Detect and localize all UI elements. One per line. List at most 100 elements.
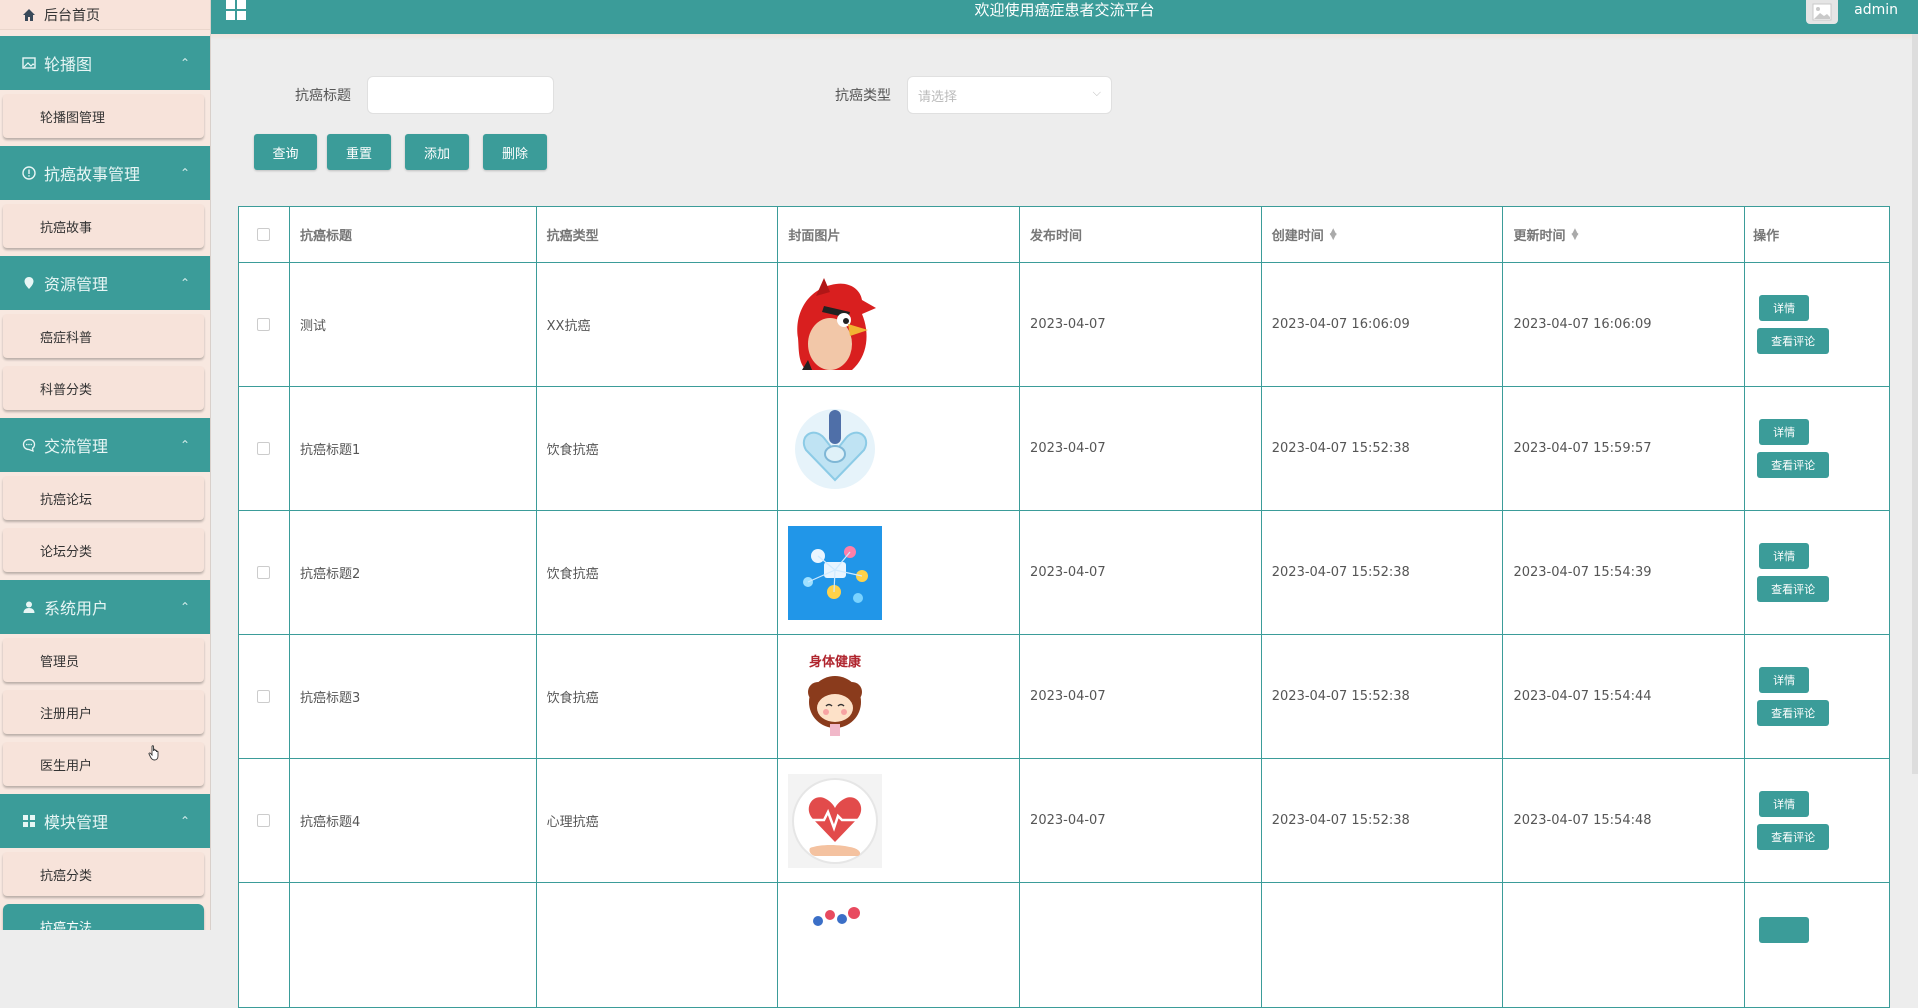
table-row: 抗癌标题1 饮食抗癌 2023-04-07 2023-04-07 15:52:3… — [239, 387, 1889, 511]
sidebar-item-anticancer-category[interactable]: 抗癌分类 — [3, 852, 204, 896]
image-icon — [21, 55, 37, 71]
sidebar-group-communication[interactable]: 交流管理 ⌃ — [0, 418, 210, 472]
angry-bird-image[interactable] — [788, 277, 883, 372]
table-header-row: 抗癌标题 抗癌类型 封面图片 发布时间 创建时间 ▲ ▼ 更新时间 ▲ ▼ 操作 — [239, 207, 1889, 263]
created-time-cell: 2023-04-07 15:52:38 — [1262, 387, 1504, 510]
cartoon-girl-image[interactable]: 身体健康 — [788, 649, 883, 744]
sidebar-group-users[interactable]: 系统用户 ⌃ — [0, 580, 210, 634]
sort-icon[interactable]: ▲ ▼ — [1571, 227, 1578, 241]
publish-date-cell — [1020, 883, 1262, 1007]
sidebar-item-stories[interactable]: 抗癌故事 — [3, 204, 204, 248]
sidebar-item-anticancer-method[interactable]: 抗癌方法 — [3, 904, 204, 930]
sidebar-item-label: 管理员 — [40, 654, 80, 670]
type-filter-placeholder: 请选择 — [918, 89, 958, 105]
sidebar-item-home[interactable]: 后台首页 — [0, 0, 210, 30]
detail-button[interactable]: 详情 — [1759, 667, 1810, 693]
sidebar-item-admins[interactable]: 管理员 — [3, 638, 204, 682]
row-checkbox[interactable] — [257, 690, 271, 703]
created-time-cell: 2023-04-07 15:52:38 — [1262, 635, 1504, 758]
partial-cover-image[interactable] — [788, 897, 882, 927]
row-select-cell — [239, 635, 290, 758]
type-filter-select[interactable]: 请选择 ⌵ — [907, 76, 1112, 114]
add-button[interactable]: 添加 — [405, 134, 469, 170]
row-checkbox[interactable] — [257, 318, 271, 331]
sidebar-item-label: 医生用户 — [40, 758, 93, 774]
page-scrollbar[interactable] — [1912, 34, 1918, 774]
delete-button[interactable]: 删除 — [483, 134, 547, 170]
column-header[interactable]: 抗癌类型 — [537, 207, 779, 262]
table-row: 抗癌标题3 饮食抗癌 身体健康 2023-04-07 2023-04-07 15… — [239, 635, 1889, 759]
type-cell: XX抗癌 — [537, 263, 779, 386]
column-header: 操作 — [1753, 229, 1780, 244]
created-time-cell: 2023-04-07 16:06:09 — [1262, 263, 1504, 386]
cover-cell — [778, 759, 1021, 882]
cover-cell — [778, 387, 1021, 510]
row-checkbox[interactable] — [257, 442, 271, 455]
view-comments-button[interactable]: 查看评论 — [1757, 328, 1830, 354]
grid-icon — [21, 813, 37, 829]
title-filter-input[interactable] — [367, 76, 554, 114]
detail-button[interactable]: 详情 — [1759, 419, 1810, 445]
cover-cell: 身体健康 — [778, 635, 1021, 758]
sidebar-item-carousel-manage[interactable]: 轮播图管理 — [3, 94, 204, 138]
detail-button[interactable] — [1759, 917, 1810, 943]
column-header[interactable]: 抗癌标题 — [290, 207, 537, 262]
health-icons-blue-image[interactable] — [788, 525, 883, 620]
select-all-checkbox[interactable] — [257, 228, 271, 241]
sidebar-item-science-category[interactable]: 科普分类 — [3, 366, 204, 410]
sidebar-group-label: 轮播图 — [44, 55, 93, 74]
detail-button[interactable]: 详情 — [1759, 295, 1810, 321]
row-checkbox[interactable] — [257, 814, 271, 827]
sidebar-group-label: 资源管理 — [44, 275, 109, 294]
sidebar-group-carousel[interactable]: 轮播图 ⌃ — [0, 36, 210, 90]
column-header[interactable]: 发布时间 — [1020, 207, 1262, 262]
sidebar-item-forum-category[interactable]: 论坛分类 — [3, 528, 204, 572]
username[interactable]: admin — [1854, 2, 1898, 18]
chevron-up-icon: ⌃ — [179, 814, 190, 828]
hand-cursor-icon — [148, 745, 159, 761]
reset-button[interactable]: 重置 — [327, 134, 391, 170]
type-cell: 心理抗癌 — [537, 759, 779, 882]
sidebar-item-science[interactable]: 癌症科普 — [3, 314, 204, 358]
column-header-sortable[interactable]: 更新时间 ▲ ▼ — [1503, 207, 1746, 262]
actions-cell: 详情 查看评论 — [1745, 759, 1889, 882]
sidebar-item-label: 科普分类 — [40, 382, 93, 398]
row-select-cell — [239, 263, 290, 386]
home-icon — [23, 8, 35, 21]
view-comments-button[interactable]: 查看评论 — [1757, 700, 1830, 726]
chevron-up-icon: ⌃ — [179, 56, 190, 70]
view-comments-button[interactable]: 查看评论 — [1757, 576, 1830, 602]
sidebar-group-modules[interactable]: 模块管理 ⌃ — [0, 794, 210, 848]
avatar[interactable] — [1806, 0, 1838, 24]
view-comments-button[interactable]: 查看评论 — [1757, 824, 1830, 850]
chevron-up-icon: ⌃ — [179, 166, 190, 180]
view-comments-button[interactable]: 查看评论 — [1757, 452, 1830, 478]
heart-in-hand-image[interactable] — [788, 773, 883, 868]
detail-button[interactable]: 详情 — [1759, 543, 1810, 569]
created-time-cell — [1262, 883, 1504, 1007]
sidebar-item-forum[interactable]: 抗癌论坛 — [3, 476, 204, 520]
row-checkbox[interactable] — [257, 566, 271, 579]
sidebar-group-stories[interactable]: 抗癌故事管理 ⌃ — [0, 146, 210, 200]
column-header-sortable[interactable]: 创建时间 ▲ ▼ — [1262, 207, 1504, 262]
header-shadow — [211, 34, 1918, 40]
type-cell: 饮食抗癌 — [537, 387, 779, 510]
heart-hands-organ-image[interactable] — [788, 401, 883, 496]
title-cell: 抗癌标题1 — [290, 387, 537, 510]
column-header: 封面图片 — [778, 207, 1021, 262]
sidebar-item-doctor-users[interactable]: 医生用户 — [3, 742, 204, 786]
cover-cell — [778, 263, 1021, 386]
table-row: 测试 XX抗癌 2023-04-07 2023-04-07 16:06:09 2… — [239, 263, 1889, 387]
sidebar-group-resources[interactable]: 资源管理 ⌃ — [0, 256, 210, 310]
chevron-up-icon: ⌃ — [179, 600, 190, 614]
sidebar-item-label: 抗癌故事 — [40, 220, 93, 236]
row-select-cell — [239, 883, 290, 1007]
header-title: 欢迎使用癌症患者交流平台 — [974, 1, 1155, 19]
type-cell — [537, 883, 779, 1007]
location-pin-icon — [21, 275, 37, 291]
detail-button[interactable]: 详情 — [1759, 791, 1810, 817]
sidebar-item-registered-users[interactable]: 注册用户 — [3, 690, 204, 734]
column-header-label: 更新时间 — [1513, 229, 1566, 244]
query-button[interactable]: 查询 — [254, 134, 317, 170]
sort-icon[interactable]: ▲ ▼ — [1330, 227, 1337, 241]
